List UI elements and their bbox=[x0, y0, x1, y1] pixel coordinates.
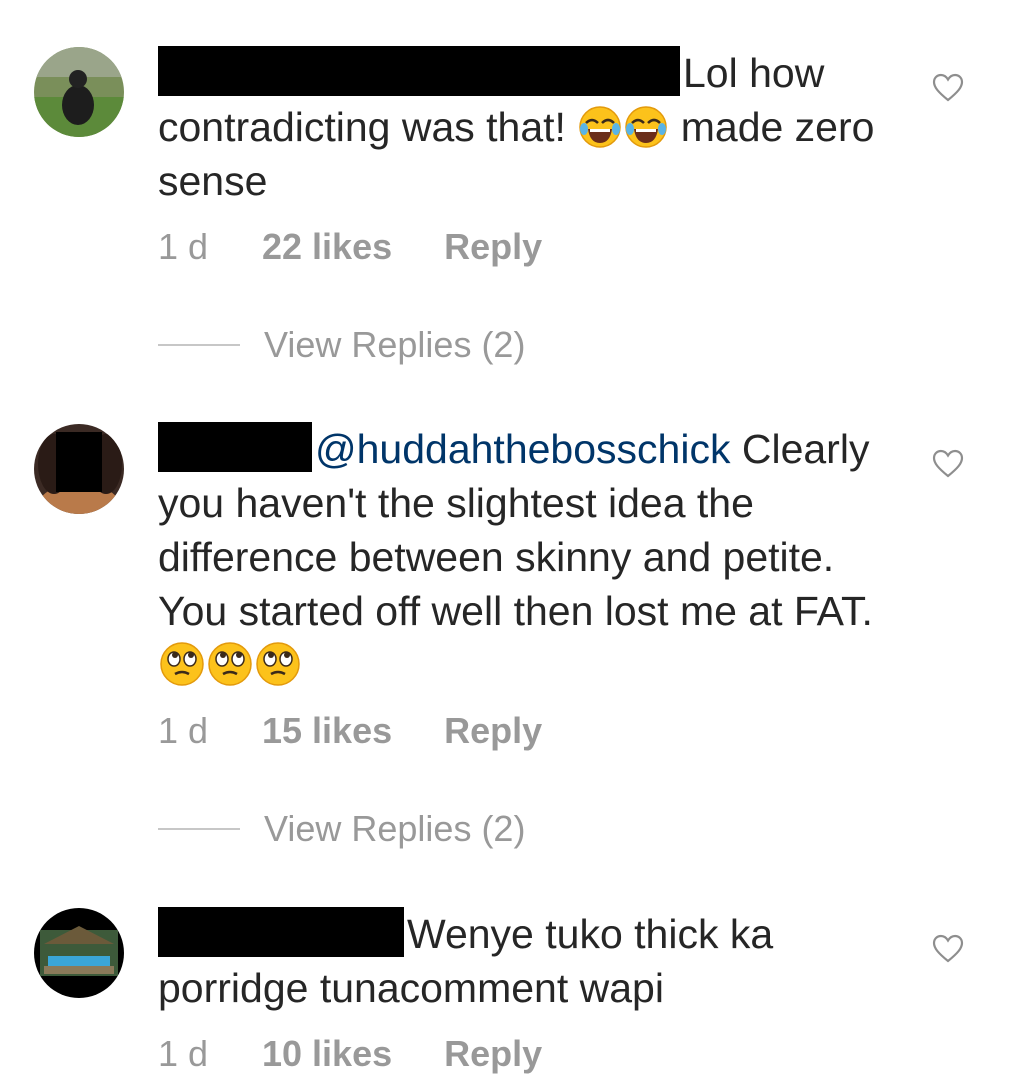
comment-time: 1 d bbox=[158, 226, 209, 267]
comment-time: 1 d bbox=[158, 710, 209, 751]
avatar-photo-pool bbox=[34, 908, 124, 998]
avatar[interactable] bbox=[34, 424, 124, 514]
view-replies-label: View Replies (2) bbox=[264, 808, 526, 849]
comment-text: Lol how contradicting was that! made zer… bbox=[158, 46, 898, 208]
face-with-tears-of-joy-icon bbox=[624, 105, 668, 149]
avatar-photo-person bbox=[34, 424, 124, 514]
divider-line bbox=[158, 344, 240, 346]
redacted-username bbox=[158, 907, 404, 957]
view-replies-button[interactable]: View Replies (2) bbox=[158, 807, 525, 851]
avatar[interactable] bbox=[34, 47, 124, 137]
reply-button[interactable]: Reply bbox=[444, 1032, 542, 1076]
like-count[interactable]: 15 likes bbox=[262, 709, 392, 753]
redacted-username bbox=[158, 422, 312, 472]
comment-text: Wenye tuko thick ka porridge tunacomment… bbox=[158, 907, 898, 1015]
comment-time: 1 d bbox=[158, 1033, 209, 1074]
heart-icon[interactable] bbox=[932, 933, 964, 965]
mention-link[interactable]: @huddahthebosschick bbox=[315, 426, 730, 472]
avatar[interactable] bbox=[34, 908, 124, 998]
comment-meta: 1 d 15 likes Reply bbox=[158, 709, 542, 753]
like-count[interactable]: 10 likes bbox=[262, 1032, 392, 1076]
reply-button[interactable]: Reply bbox=[444, 225, 542, 269]
face-with-tears-of-joy-icon bbox=[578, 105, 622, 149]
divider-line bbox=[158, 828, 240, 830]
heart-icon[interactable] bbox=[932, 448, 964, 480]
face-with-rolling-eyes-icon bbox=[207, 641, 253, 687]
view-replies-label: View Replies (2) bbox=[264, 324, 526, 365]
like-count[interactable]: 22 likes bbox=[262, 225, 392, 269]
comment-text: @huddahthebosschick Clearly you haven't … bbox=[158, 422, 898, 692]
reply-button[interactable]: Reply bbox=[444, 709, 542, 753]
redacted-username bbox=[158, 46, 680, 96]
comment-meta: 1 d 10 likes Reply bbox=[158, 1032, 542, 1076]
face-with-rolling-eyes-icon bbox=[159, 641, 205, 687]
heart-icon[interactable] bbox=[932, 72, 964, 104]
comment-meta: 1 d 22 likes Reply bbox=[158, 225, 542, 269]
avatar-photo-grass bbox=[34, 47, 124, 137]
view-replies-button[interactable]: View Replies (2) bbox=[158, 323, 525, 367]
face-with-rolling-eyes-icon bbox=[255, 641, 301, 687]
